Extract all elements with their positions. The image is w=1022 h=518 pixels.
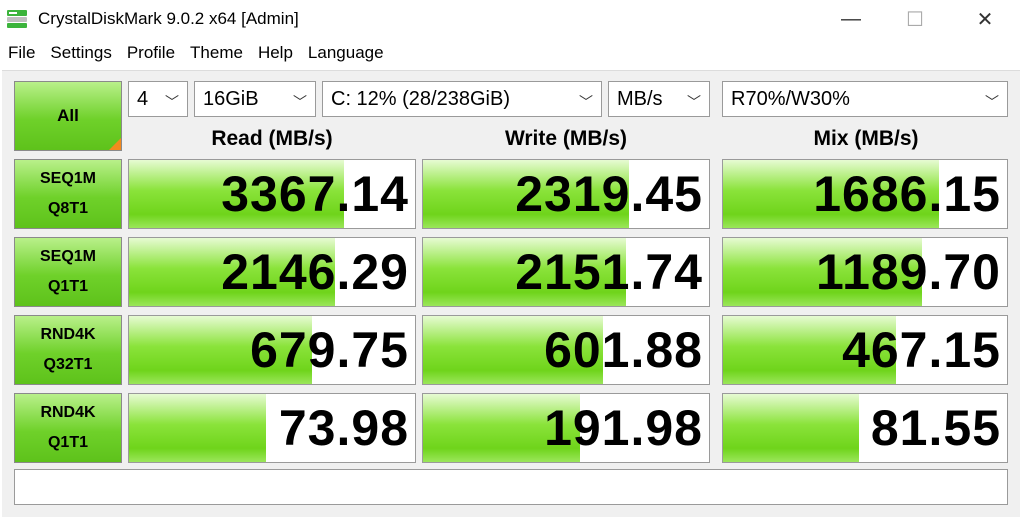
test-button-seq1m-q1t1[interactable]: SEQ1M Q1T1 xyxy=(14,237,122,307)
result-mix-seq1m-q1t1: 1189.70 xyxy=(722,237,1008,307)
chevron-down-icon: ﹀ xyxy=(687,94,701,110)
comment-field[interactable] xyxy=(14,469,1008,505)
test-count-value: 4 xyxy=(137,87,149,110)
result-read-seq1m-q8t1: 3367.14 xyxy=(128,159,416,229)
result-mix-rnd4k-q32t1: 467.15 xyxy=(722,315,1008,385)
test-button-seq1m-q8t1[interactable]: SEQ1M Q8T1 xyxy=(14,159,122,229)
result-bar xyxy=(723,394,860,462)
title-bar: CrystalDiskMark 9.0.2 x64 [Admin] — ☐ ✕ xyxy=(0,0,1022,38)
maximize-button[interactable]: ☐ xyxy=(892,0,938,38)
result-read-seq1m-q1t1: 2146.29 xyxy=(128,237,416,307)
result-value: 1686.15 xyxy=(813,166,1001,222)
test-button-rnd4k-q1t1[interactable]: RND4K Q1T1 xyxy=(14,393,122,463)
menu-language[interactable]: Language xyxy=(300,43,391,63)
mix-ratio-value: R70%/W30% xyxy=(731,87,850,110)
result-value: 2319.45 xyxy=(515,166,703,222)
result-mix-seq1m-q8t1: 1686.15 xyxy=(722,159,1008,229)
chevron-down-icon: ﹀ xyxy=(579,94,593,110)
test-button-rnd4k-q32t1[interactable]: RND4K Q32T1 xyxy=(14,315,122,385)
main-panel: All 4 ﹀ 16GiB ﹀ C: 12% (28/238GiB) ﹀ MB/… xyxy=(2,70,1020,517)
result-value: 1189.70 xyxy=(816,244,1001,300)
all-button[interactable]: All xyxy=(14,81,122,151)
result-value: 73.98 xyxy=(278,400,409,456)
result-value: 81.55 xyxy=(870,400,1001,456)
window-title: CrystalDiskMark 9.0.2 x64 [Admin] xyxy=(38,9,299,28)
menu-theme[interactable]: Theme xyxy=(182,43,250,63)
result-read-rnd4k-q32t1: 679.75 xyxy=(128,315,416,385)
unit-value: MB/s xyxy=(617,87,663,110)
chevron-down-icon: ﹀ xyxy=(293,94,307,110)
test-label-line2: Q1T1 xyxy=(47,278,88,295)
result-value: 3367.14 xyxy=(221,166,409,222)
all-button-corner-marker xyxy=(109,138,121,150)
result-write-seq1m-q1t1: 2151.74 xyxy=(422,237,710,307)
menu-file[interactable]: File xyxy=(0,43,42,63)
test-size-select[interactable]: 16GiB ﹀ xyxy=(194,81,316,117)
test-size-value: 16GiB xyxy=(203,87,259,110)
result-value: 2151.74 xyxy=(515,244,703,300)
test-label-line2: Q32T1 xyxy=(43,356,93,373)
result-read-rnd4k-q1t1: 73.98 xyxy=(128,393,416,463)
result-mix-rnd4k-q1t1: 81.55 xyxy=(722,393,1008,463)
close-button[interactable]: ✕ xyxy=(962,0,1008,38)
result-value: 2146.29 xyxy=(221,244,409,300)
mix-column-header: Mix (MB/s) xyxy=(813,127,919,150)
write-column-header: Write (MB/s) xyxy=(504,127,628,150)
read-column-header: Read (MB/s) xyxy=(211,127,333,150)
test-label-line1: RND4K xyxy=(40,326,96,343)
result-bar xyxy=(129,394,267,462)
test-count-select[interactable]: 4 ﹀ xyxy=(128,81,188,117)
all-button-label: All xyxy=(57,106,79,125)
mix-ratio-select[interactable]: R70%/W30% ﹀ xyxy=(722,81,1008,117)
chevron-down-icon: ﹀ xyxy=(165,94,179,110)
minimize-button[interactable]: — xyxy=(828,0,874,38)
result-value: 191.98 xyxy=(544,400,703,456)
result-value: 467.15 xyxy=(842,322,1001,378)
test-label-line1: SEQ1M xyxy=(39,170,96,187)
result-value: 679.75 xyxy=(250,322,409,378)
test-label-line1: RND4K xyxy=(40,404,96,421)
unit-select[interactable]: MB/s ﹀ xyxy=(608,81,710,117)
crystaldiskmark-app-icon xyxy=(7,10,27,28)
test-label-line2: Q1T1 xyxy=(47,434,88,451)
menu-profile[interactable]: Profile xyxy=(119,43,182,63)
result-write-seq1m-q8t1: 2319.45 xyxy=(422,159,710,229)
test-label-line1: SEQ1M xyxy=(39,248,96,265)
result-value: 601.88 xyxy=(544,322,703,378)
result-write-rnd4k-q32t1: 601.88 xyxy=(422,315,710,385)
chevron-down-icon: ﹀ xyxy=(985,94,999,110)
test-label-line2: Q8T1 xyxy=(47,200,88,217)
drive-value: C: 12% (28/238GiB) xyxy=(331,87,510,110)
drive-select[interactable]: C: 12% (28/238GiB) ﹀ xyxy=(322,81,602,117)
menu-settings[interactable]: Settings xyxy=(42,43,118,63)
menu-bar: File Settings Profile Theme Help Languag… xyxy=(0,40,1022,66)
menu-help[interactable]: Help xyxy=(250,43,300,63)
result-write-rnd4k-q1t1: 191.98 xyxy=(422,393,710,463)
